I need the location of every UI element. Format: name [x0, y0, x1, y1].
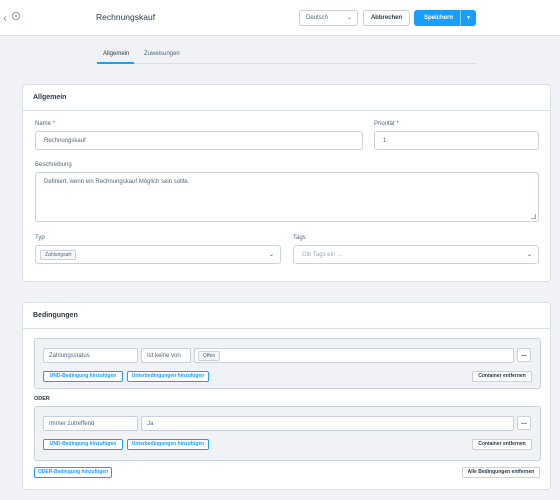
gear-icon[interactable] [12, 12, 20, 20]
required-marker: * [396, 121, 399, 127]
condition-field-value: Immer zutreffend [49, 421, 95, 427]
priority-label: Priorität * [374, 121, 399, 127]
chevron-down-icon: ⌄ [346, 15, 352, 21]
general-card-heading: Allgemein [23, 85, 550, 111]
type-select[interactable]: Zahlungsart ⌄ [35, 245, 281, 264]
tab-zuweisungen[interactable]: Zuweisungen [144, 51, 180, 57]
or-separator-label: ODER [34, 396, 50, 402]
page-title: Rechnungskauf [96, 12, 156, 22]
conditions-card: Bedingungen Zahlungsstatus Ist keine von… [22, 302, 551, 490]
add-subcondition-button[interactable]: Unterbedingungen hinzufügen [127, 439, 209, 450]
add-or-condition-button[interactable]: ODER-Bedingung hinzufügen [34, 467, 112, 478]
description-label: Beschreibung [35, 162, 72, 168]
active-tab-indicator [97, 62, 134, 64]
condition-operator-select[interactable]: Ist keine von [141, 348, 191, 363]
priority-input-value: 1 [383, 138, 387, 144]
type-label: Typ [35, 235, 45, 241]
condition-group: Immer zutreffend Ja ... UND-Bedingung hi… [34, 406, 541, 461]
priority-label-text: Priorität [374, 121, 395, 127]
top-bar: ‹ Rechnungskauf Deutsch ⌄ Abbrechen Spei… [0, 0, 560, 36]
chevron-down-icon: ⌄ [526, 252, 532, 258]
condition-value: Ja [147, 421, 154, 427]
condition-field-value: Zahlungsstatus [49, 353, 90, 359]
add-and-condition-button[interactable]: UND-Bedingung hinzufügen [43, 371, 123, 382]
general-card: Allgemein Name * Rechnungskauf Priorität… [22, 84, 551, 282]
description-value: Definiert, wenn ein Rechnungskauf Möglic… [44, 179, 190, 185]
tags-input[interactable]: Gib Tags ein ... ⌄ [293, 245, 539, 264]
priority-input[interactable]: 1 [374, 131, 539, 150]
condition-field-select[interactable]: Immer zutreffend [43, 416, 138, 431]
remove-container-button[interactable]: Container entfernen [472, 371, 532, 382]
name-label: Name * [35, 121, 55, 127]
condition-value-select[interactable]: Ja [141, 416, 514, 431]
save-button-label: Speichern [424, 15, 454, 21]
resize-handle-icon[interactable] [531, 214, 536, 219]
add-subcondition-button[interactable]: Unterbedingungen hinzufügen [127, 371, 209, 382]
name-label-text: Name [35, 121, 52, 127]
condition-field-select[interactable]: Zahlungsstatus [43, 348, 138, 363]
name-input-value: Rechnungskauf [44, 138, 86, 144]
condition-group: Zahlungsstatus Ist keine von Offen ... U… [34, 338, 541, 389]
chevron-down-icon: ⌄ [268, 252, 274, 258]
condition-more-button[interactable]: ... [517, 416, 531, 430]
remove-all-conditions-button[interactable]: Alle Bedingungen entfernen [462, 467, 540, 478]
language-select[interactable]: Deutsch ⌄ [299, 10, 358, 26]
tags-placeholder: Gib Tags ein ... [302, 252, 342, 258]
save-button-divider [460, 10, 461, 26]
tags-label: Tags [293, 235, 306, 241]
type-chip: Zahlungsart [40, 250, 77, 260]
tab-bar: Allgemein Zuweisungen [97, 48, 477, 64]
tab-allgemein[interactable]: Allgemein [103, 51, 129, 57]
language-select-value: Deutsch [306, 15, 329, 21]
cancel-button[interactable]: Abbrechen [363, 10, 410, 26]
conditions-card-heading: Bedingungen [23, 303, 550, 329]
back-chevron-icon[interactable]: ‹ [3, 11, 7, 25]
description-textarea[interactable]: Definiert, wenn ein Rechnungskauf Möglic… [35, 172, 539, 222]
save-button[interactable]: Speichern ▼ [414, 10, 476, 26]
condition-more-button[interactable]: ... [517, 348, 531, 362]
name-input[interactable]: Rechnungskauf [35, 131, 363, 150]
add-and-condition-button[interactable]: UND-Bedingung hinzufügen [43, 439, 123, 450]
condition-value-input[interactable]: Offen [194, 348, 514, 363]
condition-value-chip: Offen [198, 351, 221, 361]
save-dropdown-chevron-icon[interactable]: ▼ [466, 10, 471, 26]
remove-container-button[interactable]: Container entfernen [472, 439, 532, 450]
required-marker: * [52, 121, 56, 127]
condition-operator-value: Ist keine von [147, 353, 181, 359]
